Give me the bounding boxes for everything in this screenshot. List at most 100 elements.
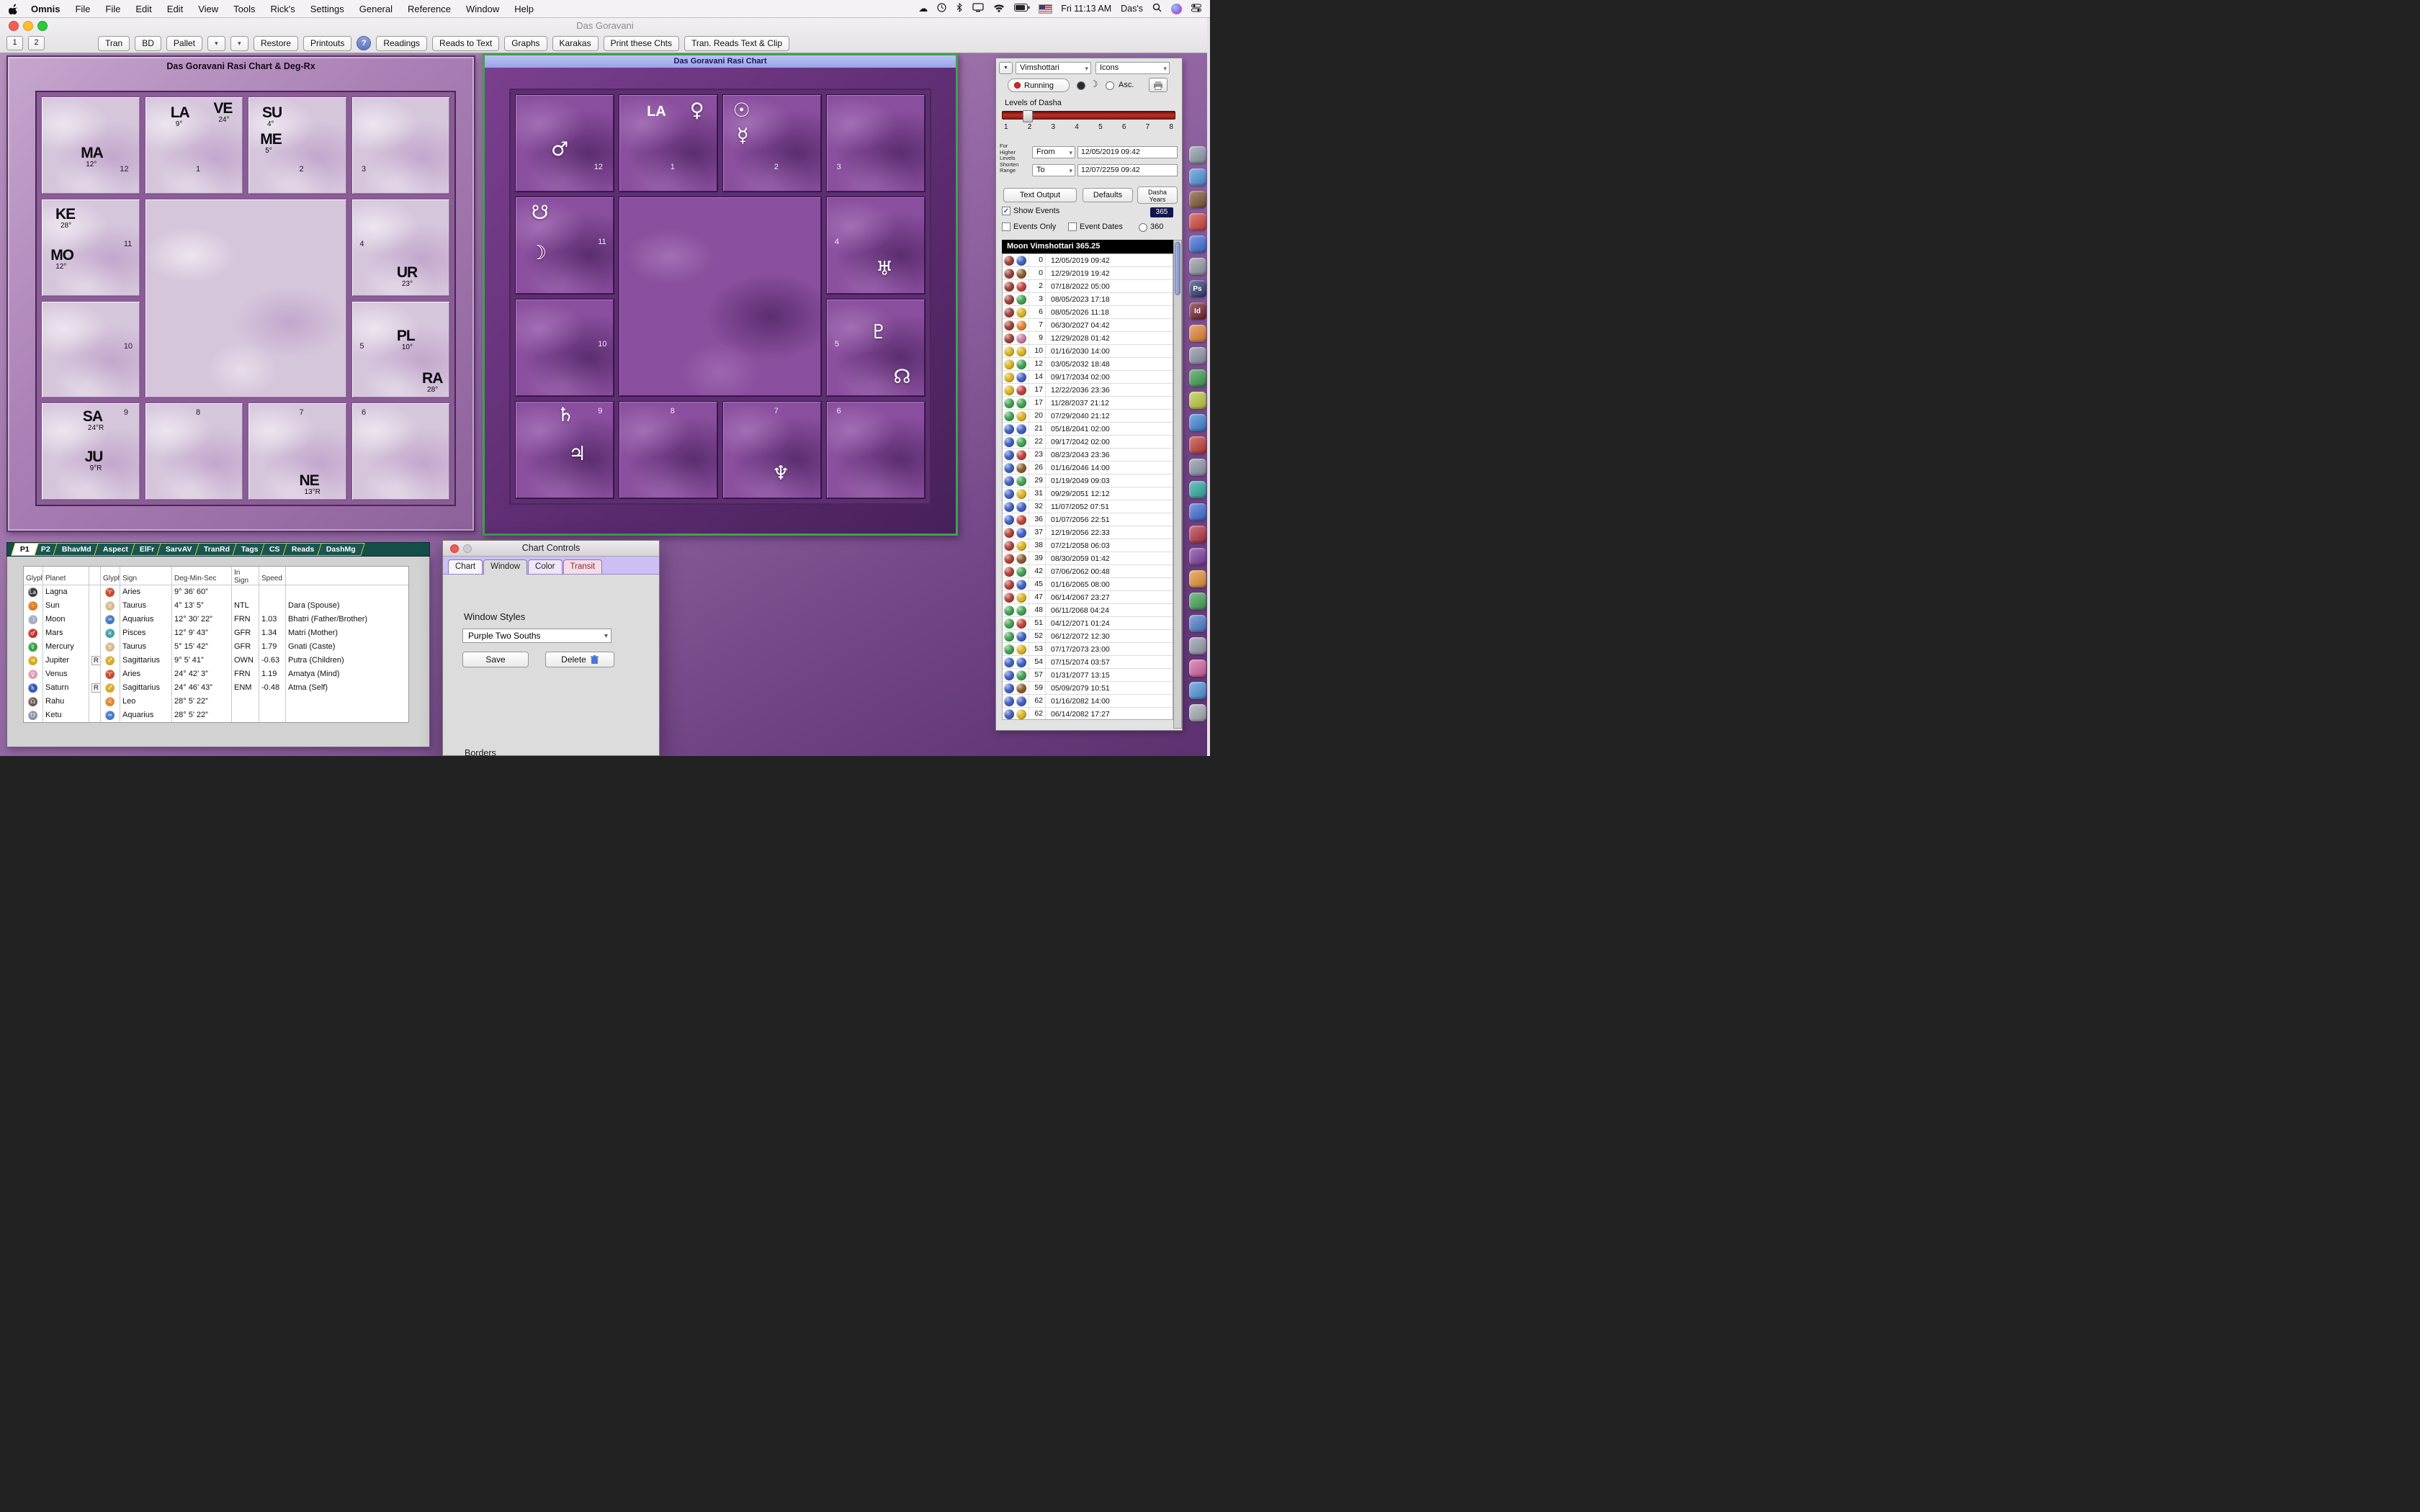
planet-name-cell[interactable]: Lagna — [43, 585, 89, 599]
window-scrollbar-strip[interactable] — [1207, 17, 1210, 756]
planet-name-cell[interactable]: Jupiter — [43, 654, 89, 667]
dock-item-17[interactable] — [1189, 526, 1206, 543]
dasha-levels-slider[interactable] — [1002, 111, 1175, 120]
restore-button[interactable]: Restore — [254, 36, 298, 51]
dock-item-11[interactable] — [1189, 392, 1206, 409]
dasha-row[interactable]: 706/30/2027 04:42 — [1003, 319, 1173, 332]
to-select[interactable]: To▾ — [1032, 164, 1075, 176]
planet-glyph-cell[interactable]: ☉ — [24, 599, 43, 613]
dasha-row[interactable]: 2209/17/2042 02:00 — [1003, 436, 1173, 449]
input-language-flag-icon[interactable] — [1039, 5, 1052, 13]
dasha-row[interactable]: 4501/16/2065 08:00 — [1003, 578, 1173, 591]
bd-button[interactable]: BD — [135, 36, 161, 51]
planet-glyph-cell[interactable]: ☽ — [24, 613, 43, 626]
asc-radio[interactable] — [1106, 81, 1114, 90]
dasha-row[interactable]: 3807/21/2058 06:03 — [1003, 539, 1173, 552]
dasha-row[interactable]: 2901/19/2049 09:03 — [1003, 474, 1173, 487]
chart-controls-tab-window[interactable]: Window — [483, 559, 527, 575]
menu-general-9[interactable]: General — [359, 4, 393, 14]
info-button[interactable]: ? — [357, 36, 371, 50]
dasha-row[interactable]: 5701/31/2077 13:15 — [1003, 669, 1173, 682]
events-only-checkbox[interactable]: Events Only — [1002, 222, 1056, 231]
dasha-row[interactable]: 5104/12/2071 01:24 — [1003, 617, 1173, 630]
dasha-row[interactable]: 207/18/2022 05:00 — [1003, 280, 1173, 293]
dasha-row[interactable]: 1203/05/2032 18:48 — [1003, 358, 1173, 371]
menu-help-12[interactable]: Help — [514, 4, 534, 14]
page-2-button[interactable]: 2 — [28, 36, 45, 50]
siri-icon[interactable] — [1171, 4, 1182, 14]
planet-glyph-cell[interactable]: La — [24, 585, 43, 599]
menu-view-5[interactable]: View — [198, 4, 218, 14]
save-button[interactable]: Save — [462, 652, 529, 667]
bluetooth-icon[interactable] — [956, 3, 963, 14]
printouts-button[interactable]: Printouts — [303, 36, 351, 51]
delete-button[interactable]: Delete — [545, 652, 614, 667]
dasha-row[interactable]: 3908/30/2059 01:42 — [1003, 552, 1173, 565]
chart-controls-tab-transit[interactable]: Transit — [563, 559, 603, 574]
dock-item-19[interactable] — [1189, 570, 1206, 588]
dasha-row[interactable]: 6206/14/2082 17:27 — [1003, 708, 1173, 720]
dasha-scrollbar[interactable] — [1173, 240, 1182, 729]
planet-glyph-cell[interactable]: ♃ — [24, 654, 43, 667]
dasha-row[interactable]: 1712/22/2036 23:36 — [1003, 384, 1173, 397]
user-menu[interactable]: Das's — [1121, 4, 1143, 14]
planet-name-cell[interactable]: Sun — [43, 599, 89, 613]
time-machine-icon[interactable] — [937, 3, 946, 14]
dasha-row[interactable]: 912/29/2028 01:42 — [1003, 332, 1173, 345]
chart-controls-tab-chart[interactable]: Chart — [448, 559, 483, 574]
dasha-row[interactable]: 2105/18/2041 02:00 — [1003, 423, 1173, 436]
dock-item-20[interactable] — [1189, 593, 1206, 610]
tab-p1[interactable]: P1 — [11, 543, 38, 556]
dock-item-6[interactable]: Ps — [1189, 280, 1206, 297]
dock-item-0[interactable] — [1189, 146, 1206, 163]
print-these-charts-button[interactable]: Print these Chts — [604, 36, 679, 51]
dasha-row[interactable]: 308/05/2023 17:18 — [1003, 293, 1173, 306]
menu-edit-3[interactable]: Edit — [135, 4, 151, 14]
dasha-row[interactable]: 4806/11/2068 04:24 — [1003, 604, 1173, 617]
dock-item-16[interactable] — [1189, 503, 1206, 521]
menu-ricks-7[interactable]: Rick's — [271, 4, 295, 14]
dasha-row[interactable]: 1409/17/2034 02:00 — [1003, 371, 1173, 384]
apple-menu-icon[interactable] — [9, 4, 18, 14]
tab-bhavmd[interactable]: BhavMd — [53, 543, 100, 556]
dasha-row[interactable]: 3211/07/2052 07:51 — [1003, 500, 1173, 513]
dasha-display-select[interactable]: Icons▾ — [1095, 62, 1170, 74]
planet-name-cell[interactable]: Saturn — [43, 681, 89, 695]
dock-item-12[interactable] — [1189, 414, 1206, 431]
dasha-row[interactable]: 3712/19/2056 22:33 — [1003, 526, 1173, 539]
menu-reference-10[interactable]: Reference — [408, 4, 451, 14]
dasha-row[interactable]: 5407/15/2074 03:57 — [1003, 656, 1173, 669]
dasha-row[interactable]: 1711/28/2037 21:12 — [1003, 397, 1173, 410]
display-icon[interactable] — [972, 3, 984, 14]
dock-item-1[interactable] — [1189, 168, 1206, 186]
minimize-button[interactable] — [463, 544, 472, 553]
dock-item-9[interactable] — [1189, 347, 1206, 364]
menu-omnis-0[interactable]: Omnis — [31, 4, 60, 14]
planet-name-cell[interactable]: Rahu — [43, 695, 89, 708]
menubar-clock[interactable]: Fri 11:13 AM — [1061, 4, 1111, 14]
planet-glyph-cell[interactable]: ☊ — [24, 695, 43, 708]
dock-item-5[interactable] — [1189, 258, 1206, 275]
toolbar-dropdown-1[interactable]: ▾ — [207, 36, 225, 51]
running-button[interactable]: Running — [1008, 78, 1070, 92]
dasha-row[interactable]: 3601/07/2056 22:51 — [1003, 513, 1173, 526]
dasha-row[interactable]: 4706/14/2067 23:27 — [1003, 591, 1173, 604]
dasha-years-button[interactable]: DashaYears — [1137, 186, 1178, 204]
dasha-row[interactable]: 5307/17/2073 23:00 — [1003, 643, 1173, 656]
dock-item-3[interactable] — [1189, 213, 1206, 230]
dock-item-21[interactable] — [1189, 615, 1206, 632]
planet-glyph-cell[interactable]: ♀ — [24, 667, 43, 681]
menu-settings-8[interactable]: Settings — [310, 4, 344, 14]
reads-to-text-button[interactable]: Reads to Text — [432, 36, 499, 51]
tran-reads-text-clip-button[interactable]: Tran. Reads Text & Clip — [684, 36, 789, 51]
print-dasha-button[interactable] — [1149, 78, 1168, 92]
from-select[interactable]: From▾ — [1032, 146, 1075, 158]
text-output-button[interactable]: Text Output — [1003, 188, 1077, 202]
window-style-select[interactable]: Purple Two Souths▾ — [462, 629, 611, 643]
planet-name-cell[interactable]: Ketu — [43, 708, 89, 722]
defaults-button[interactable]: Defaults — [1083, 188, 1133, 202]
dasha-row[interactable]: 6201/16/2082 14:00 — [1003, 695, 1173, 708]
dasha-row[interactable]: 2308/23/2043 23:36 — [1003, 449, 1173, 462]
chart-controls-tab-color[interactable]: Color — [528, 559, 562, 574]
planet-glyph-cell[interactable]: ☿ — [24, 640, 43, 654]
